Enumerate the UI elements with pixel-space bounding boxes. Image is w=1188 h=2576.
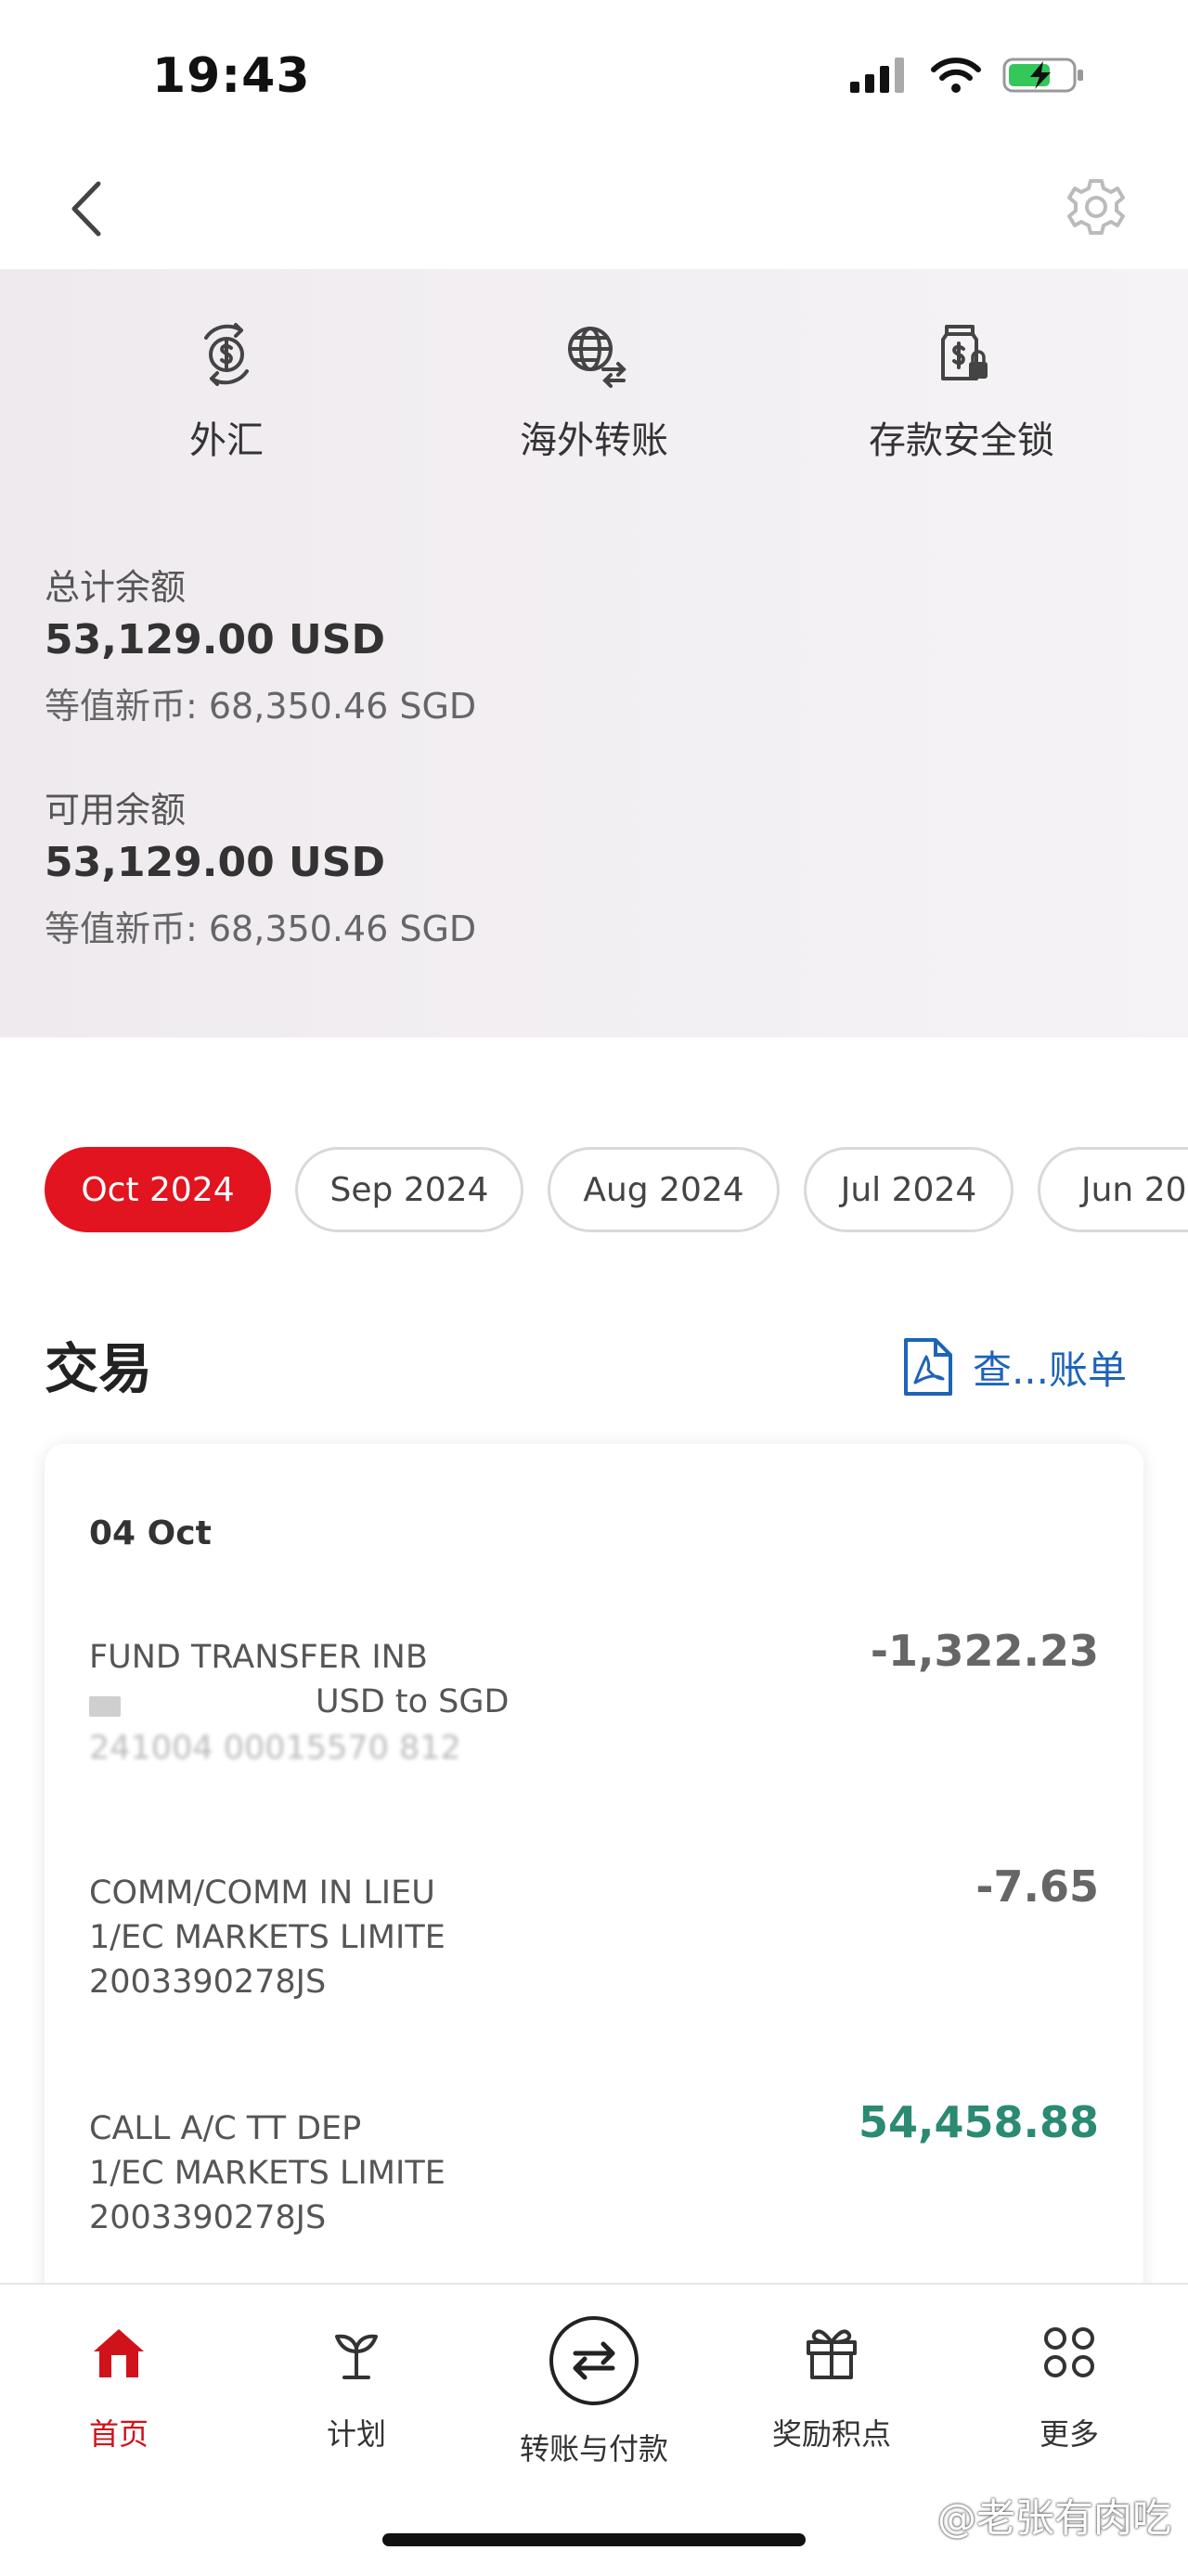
tab-more[interactable]: 更多 [967, 2320, 1171, 2454]
global-transfer-icon [568, 327, 626, 388]
available-balance-sgd-equivalent: 等值新币: 68,350.46 SGD [45, 908, 477, 949]
transaction-amount: -1,322.23 [870, 1626, 1099, 1676]
more-grid-icon [1044, 2327, 1094, 2377]
quick-action-overseas-transfer[interactable]: 海外转账 [408, 316, 780, 464]
fx-exchange-icon [204, 323, 249, 386]
quick-action-deposit-lock[interactable]: 存款安全锁 [776, 316, 1147, 464]
available-balance-value: 53,129.00 USD [45, 839, 385, 886]
status-time: 19:43 [152, 48, 311, 104]
available-balance-label: 可用余额 [45, 790, 187, 831]
month-chip-sep-2024[interactable]: Sep 2024 [295, 1147, 523, 1232]
transfer-arrows-icon [549, 2316, 639, 2405]
pdf-icon [903, 1338, 952, 1396]
redaction-mark [89, 1696, 121, 1717]
settings-gear-icon[interactable] [1064, 174, 1129, 239]
tab-plan[interactable]: 计划 [254, 2320, 458, 2454]
tab-home[interactable]: 首页 [17, 2320, 221, 2454]
sprout-icon [335, 2334, 378, 2379]
quick-action-label: 海外转账 [520, 419, 668, 462]
gift-icon [807, 2329, 857, 2379]
home-indicator[interactable] [382, 2533, 806, 2546]
transactions-title: 交易 [45, 1337, 153, 1400]
month-chip-aug-2024[interactable]: Aug 2024 [548, 1147, 780, 1232]
signal-icon [850, 58, 904, 93]
transaction-detail: USD to SGD [316, 1683, 510, 1720]
quick-action-label: 外汇 [189, 419, 264, 462]
tab-transfer-and-pay[interactable]: 转账与付款 [492, 2314, 696, 2468]
transaction-amount: 54,458.88 [859, 2097, 1099, 2147]
back-chevron-icon[interactable] [59, 176, 115, 241]
transaction-date-header: 04 Oct [89, 1514, 212, 1552]
quick-action-label: 存款安全锁 [869, 419, 1054, 462]
tab-label: 计划 [326, 2416, 386, 2452]
total-balance-label: 总计余额 [45, 567, 187, 608]
month-chip-oct-2024[interactable]: Oct 2024 [45, 1147, 271, 1232]
total-balance-value: 53,129.00 USD [45, 616, 385, 663]
tab-label: 奖励积点 [771, 2416, 891, 2452]
transaction-description: CALL A/C TT DEP [89, 2110, 362, 2147]
quick-action-fx[interactable]: 外汇 [41, 316, 412, 464]
battery-charging-icon [1002, 58, 1083, 93]
transaction-detail: 1/EC MARKETS LIMITE [89, 1919, 446, 1956]
transaction-description: COMM/COMM IN LIEU [89, 1874, 435, 1912]
view-statement-label: 查...账单 [972, 1346, 1127, 1393]
transaction-reference: 2003390278JS [89, 1964, 327, 2001]
view-statement-link[interactable]: 查...账单 [902, 1336, 1127, 1397]
wifi-icon [931, 58, 981, 93]
transaction-amount: -7.65 [975, 1861, 1099, 1912]
transaction-detail: 1/EC MARKETS LIMITE [89, 2155, 446, 2192]
status-icons [850, 56, 1086, 95]
tab-rewards[interactable]: 奖励积点 [730, 2320, 934, 2454]
tab-label: 更多 [1039, 2416, 1099, 2452]
transaction-description: FUND TRANSFER INB [89, 1639, 428, 1676]
month-chip-jul-2024[interactable]: Jul 2024 [804, 1147, 1014, 1232]
deposit-lock-icon [941, 325, 988, 380]
month-chip-jun-2024[interactable]: Jun 202 [1038, 1147, 1188, 1232]
tab-label: 转账与付款 [519, 2431, 668, 2467]
watermark: @老张有肉吃 [936, 2495, 1171, 2541]
home-icon [94, 2329, 144, 2377]
transaction-reference: 2003390278JS [89, 2199, 327, 2236]
tab-label: 首页 [88, 2416, 148, 2452]
transaction-reference-redacted: 241004 00015570 812 [89, 1730, 461, 1767]
total-balance-sgd-equivalent: 等值新币: 68,350.46 SGD [45, 686, 477, 727]
